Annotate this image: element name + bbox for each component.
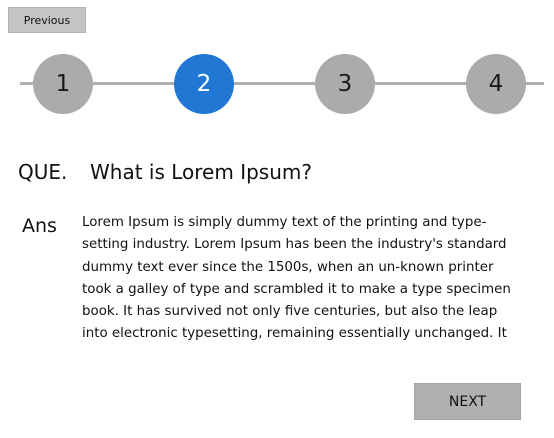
step-3[interactable]: 3 (315, 54, 375, 114)
answer-text: Lorem Ipsum is simply dummy text of the … (82, 215, 511, 342)
step-1[interactable]: 1 (33, 54, 93, 114)
step-4[interactable]: 4 (466, 54, 526, 114)
previous-button[interactable]: Previous (8, 7, 86, 33)
next-button[interactable]: NEXT (414, 383, 521, 420)
question-text: What is Lorem Ipsum? (90, 160, 312, 184)
question-prefix: QUE. (18, 160, 68, 184)
step-2-active[interactable]: 2 (174, 54, 234, 114)
progress-stepper: 1 2 3 4 (0, 54, 554, 114)
answer-prefix: Ans (22, 215, 57, 237)
